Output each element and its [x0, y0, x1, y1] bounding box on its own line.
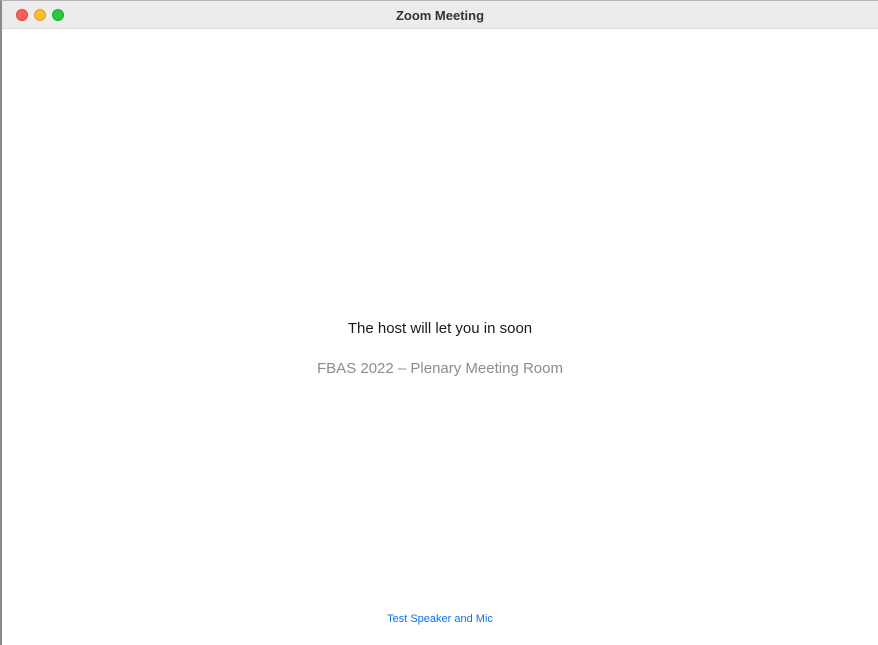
title-bar[interactable]: Zoom Meeting — [2, 1, 878, 29]
waiting-message: The host will let you in soon — [347, 320, 533, 337]
waiting-room-content: The host will let you in soon FBAS 2022 … — [2, 29, 878, 645]
test-speaker-mic-container: Test Speaker and Mic — [2, 613, 878, 625]
test-speaker-mic-link[interactable]: Test Speaker and Mic — [387, 613, 493, 625]
zoom-meeting-window: Zoom Meeting The host will let you in so… — [0, 0, 878, 645]
meeting-name: FBAS 2022 – Plenary Meeting Room — [317, 360, 563, 377]
window-title: Zoom Meeting — [395, 8, 485, 23]
